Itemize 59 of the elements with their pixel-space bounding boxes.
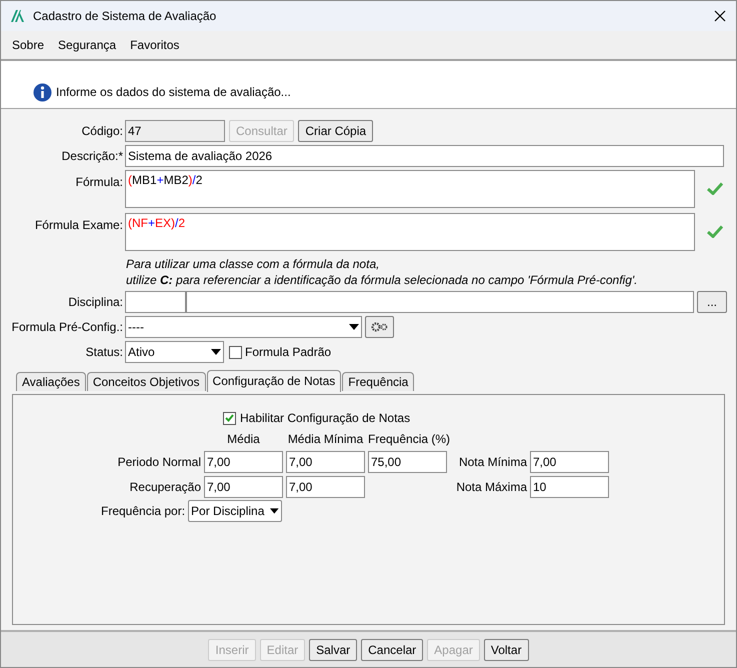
close-icon[interactable] <box>714 10 726 22</box>
field-label: Status: <box>84 344 123 361</box>
info-message: Informe os dados do sistema de avaliação... <box>56 84 291 101</box>
field-label: Fórmula Exame: <box>34 217 123 234</box>
formula-field[interactable]: (MB1+MB2)/2 <box>125 170 695 208</box>
hint-text: utilize C: para referenciar a identificação da fórmula selecionada no campo 'Fórmula Pré-config'. <box>126 272 639 288</box>
caret-icon <box>211 349 221 355</box>
field-label: Nota Mínima <box>458 454 527 471</box>
field-label: Nota Máxima <box>455 479 527 496</box>
button[interactable]: Criar Cópia <box>298 120 374 142</box>
menu-item[interactable]: Segurança <box>51 36 124 54</box>
input-field[interactable]: 7,00 <box>286 476 365 498</box>
field-label: Código: <box>80 123 123 140</box>
button[interactable]: Salvar <box>309 638 358 660</box>
field-label: Frequência por: <box>101 503 186 520</box>
tab[interactable]: Conceitos Objetivos <box>86 372 206 391</box>
field-label: Disciplina: <box>67 294 123 311</box>
input-field[interactable]: Sistema de avaliação 2026 <box>125 145 724 167</box>
dropdown[interactable]: Ativo <box>125 341 224 363</box>
menu-item[interactable]: Sobre <box>5 36 52 54</box>
input-field[interactable]: 10 <box>530 476 609 498</box>
checkbox[interactable] <box>229 346 242 358</box>
gear-button[interactable] <box>365 316 394 338</box>
menu-item[interactable]: Favoritos <box>123 36 186 54</box>
button[interactable]: Voltar <box>484 638 529 660</box>
input-field[interactable]: 7,00 <box>530 451 609 473</box>
button[interactable]: ... <box>697 291 727 313</box>
hint-text: Para utilizar uma classe com a fórmula da nota, <box>126 256 380 272</box>
input-field[interactable]: 7,00 <box>286 451 365 473</box>
row-label: Periodo Normal <box>116 454 201 471</box>
checkbox-label: Formula Padrão <box>245 344 332 361</box>
button[interactable]: Cancelar <box>361 638 424 660</box>
checkbox-label: Habilitar Configuração de Notas <box>240 410 410 427</box>
input-field[interactable] <box>186 291 694 313</box>
dropdown[interactable]: Por Disciplina <box>188 500 282 522</box>
column-header: Frequência (%) <box>368 431 447 448</box>
caret-icon <box>349 324 359 330</box>
column-header: Média Mínima <box>286 431 364 448</box>
input-field[interactable]: 7,00 <box>204 476 283 498</box>
window-title: Cadastro de Sistema de Avaliação <box>33 8 218 25</box>
field-label: Fórmula: <box>74 174 123 191</box>
input-field[interactable]: 75,00 <box>368 451 447 473</box>
input-field[interactable]: 7,00 <box>204 451 283 473</box>
tab[interactable]: Configuração de Notas <box>206 370 342 392</box>
tab[interactable]: Avaliações <box>16 372 86 391</box>
column-header: Média <box>226 431 261 448</box>
row-label: Recuperação <box>128 479 201 496</box>
caret-icon <box>270 508 280 514</box>
input-field[interactable] <box>125 291 186 313</box>
formula-field[interactable]: (NF+EX)/2 <box>125 213 695 251</box>
info-icon <box>33 83 52 102</box>
dropdown[interactable]: ---- <box>125 316 362 338</box>
field-label: Descrição:* <box>60 148 123 165</box>
field-label: Formula Pré-Config.: <box>10 319 123 336</box>
gears-icon <box>370 322 388 332</box>
input-field[interactable]: 47 <box>125 120 225 142</box>
logo-icon <box>11 10 25 22</box>
checkbox[interactable] <box>223 412 236 424</box>
tab[interactable]: Frequência <box>342 372 414 391</box>
